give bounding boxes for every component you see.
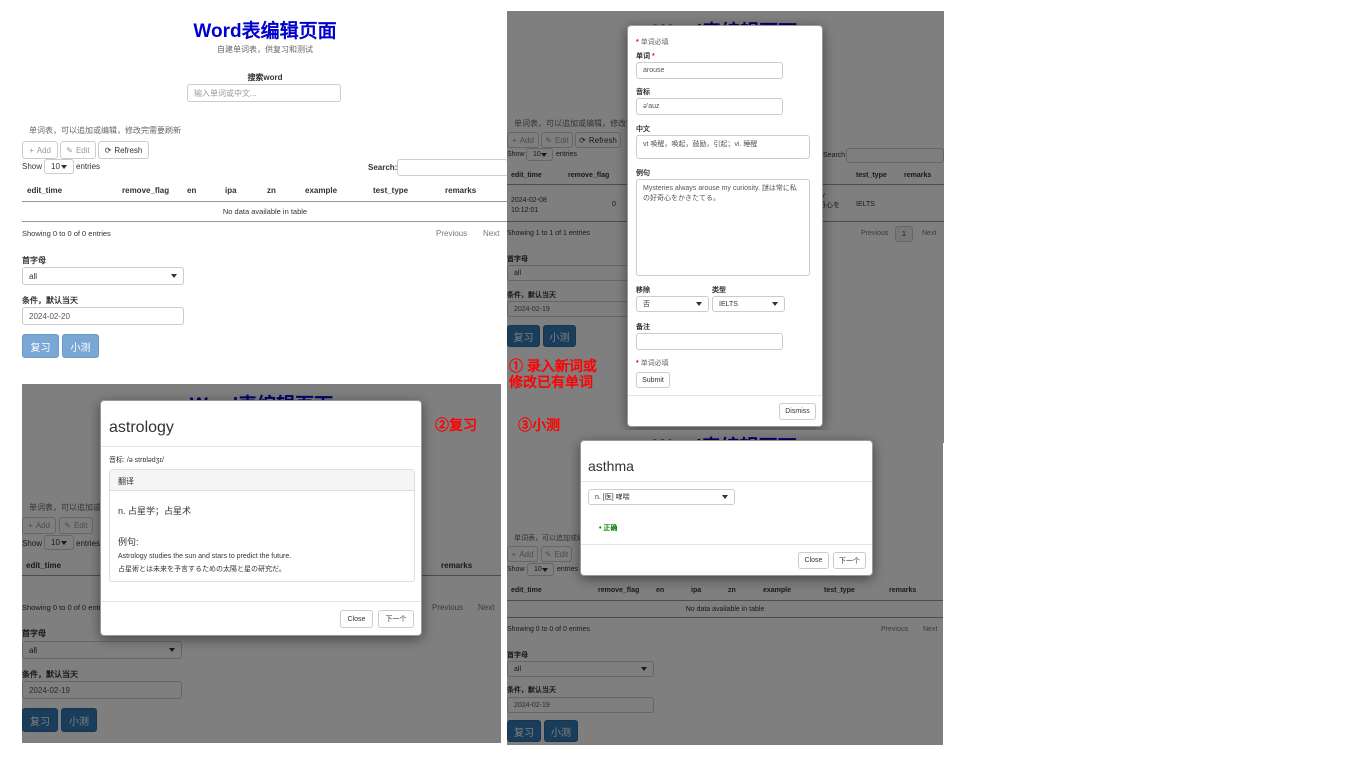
review-ipa: 音标: /ə strɒlədʒɪ/ [109,457,164,464]
annotation-quiz: ③小测 [518,417,560,433]
col-remove-flag[interactable]: remove_flag [122,186,169,195]
initial-select[interactable]: all [22,267,184,285]
quiz-answer-select[interactable]: n. [医] 哮喘 [588,489,735,505]
annotation-review: ②复习 [435,417,477,433]
translation-header: 翻译 [118,477,134,486]
chevron-down-icon [772,302,778,306]
modal-footer-divider [101,601,421,602]
edit-icon: ✎ [66,145,73,155]
example-field[interactable]: Mysteries always arouse my curiosity. 謎は… [636,179,810,276]
review-example-ja: 占星術とは未来を予言するための太陽と星の研究だ。 [118,566,286,573]
required-note: * 单词必填 [636,39,669,46]
table-bottom-divider [22,221,508,222]
zn-field[interactable]: vt 唤醒，唤起，鼓励，引起；vi. 睡醒 [636,135,810,159]
bullet-icon: • [599,525,602,532]
quiz-modal: asthma n. [医] 哮喘 • 正确 Close 下一个 [580,440,873,576]
edit-word-modal: * 单词必填 单词 * arouse 音标 ə'auz 中文 vt 唤醒，唤起，… [627,25,823,427]
refresh-icon: ⟳ [104,145,112,155]
review-word: astrology [109,419,174,436]
close-button[interactable]: Close [798,552,829,569]
remove-label: 移除 [636,287,650,294]
table-description: 单词表，可以追加或编辑，修改完需要刷新 [29,126,181,135]
previous-link[interactable]: Previous [436,229,467,238]
main-page-panel: Word表编辑页面 自建单词表，供复习和测试 搜索word 输入单词或中文...… [22,10,508,375]
ipa-label: 音标 [636,89,650,96]
next-button[interactable]: 下一个 [833,552,866,569]
submit-button[interactable]: Submit [636,372,670,388]
word-label: 单词 * [636,53,655,60]
table-search-input[interactable] [397,159,508,176]
ipa-field[interactable]: ə'auz [636,98,783,115]
required-note-bottom: * 单词必填 [636,360,669,367]
example-label: 例句: [118,537,139,547]
zn-label: 中文 [636,126,650,133]
chevron-down-icon [61,164,67,169]
col-zn[interactable]: zn [267,186,276,195]
remarks-label: 备注 [636,324,650,331]
translation-card: 翻译 n. 占星学；占星术 例句: Astrology studies the … [109,469,415,582]
chevron-down-icon [696,302,702,306]
remove-select[interactable]: 否 [636,296,709,312]
entries-label: entries [76,162,101,171]
translation-card-header [110,470,414,491]
show-label: Show [22,162,43,171]
word-field[interactable]: arouse [636,62,783,79]
review-meaning: n. 占星学；占星术 [118,506,192,516]
next-link[interactable]: Next [483,229,499,238]
search-table-label: Search: [368,163,398,172]
col-ipa[interactable]: ipa [225,186,237,195]
close-button[interactable]: Close [340,610,373,628]
modal-header-divider [101,446,421,447]
table-info: Showing 0 to 0 of 0 entries [22,229,111,238]
modal-header-divider [581,481,872,482]
next-button[interactable]: 下一个 [378,610,414,628]
search-input[interactable]: 输入单词或中文... [187,84,341,102]
empty-table-message: No data available in table [222,207,308,216]
table-header-divider [22,201,508,202]
col-edit-time[interactable]: edit_time [27,186,62,195]
add-button[interactable]: +Add [22,141,58,159]
annotation-edit: ① 录入新词或 修改已有单词 [509,358,597,390]
example-label: 例句 [636,170,650,177]
refresh-button[interactable]: ⟳Refresh [98,141,149,159]
page-length-select[interactable]: 10 [44,159,74,174]
initial-label: 首字母 [22,256,46,265]
quiz-button[interactable]: 小测 [62,334,99,358]
col-remarks[interactable]: remarks [445,186,476,195]
page-subtitle: 自建单词表，供复习和测试 [217,45,313,54]
col-en[interactable]: en [187,186,196,195]
date-input[interactable]: 2024-02-20 [22,307,184,325]
edit-button[interactable]: ✎Edit [60,141,96,159]
col-example[interactable]: example [305,186,337,195]
dismiss-button[interactable]: Dismiss [779,403,816,420]
type-select[interactable]: IELTS [712,296,785,312]
condition-label: 条件，默认当天 [22,296,78,305]
search-label: 搜索word [247,73,283,82]
col-test-type[interactable]: test_type [373,186,408,195]
review-button[interactable]: 复习 [22,334,59,358]
review-example-en: Astrology studies the sun and stars to p… [118,553,292,560]
modal-footer-divider [581,544,872,545]
type-label: 类型 [712,287,726,294]
quiz-result: • 正确 [599,525,618,532]
plus-icon: + [29,145,34,155]
chevron-down-icon [722,495,728,499]
quiz-word: asthma [588,458,634,474]
review-modal: astrology 音标: /ə strɒlədʒɪ/ 翻译 n. 占星学；占星… [100,400,422,636]
modal-footer-divider [628,395,822,396]
chevron-down-icon [171,274,177,278]
page-title: Word表编辑页面 [193,21,337,42]
remarks-field[interactable] [636,333,783,350]
